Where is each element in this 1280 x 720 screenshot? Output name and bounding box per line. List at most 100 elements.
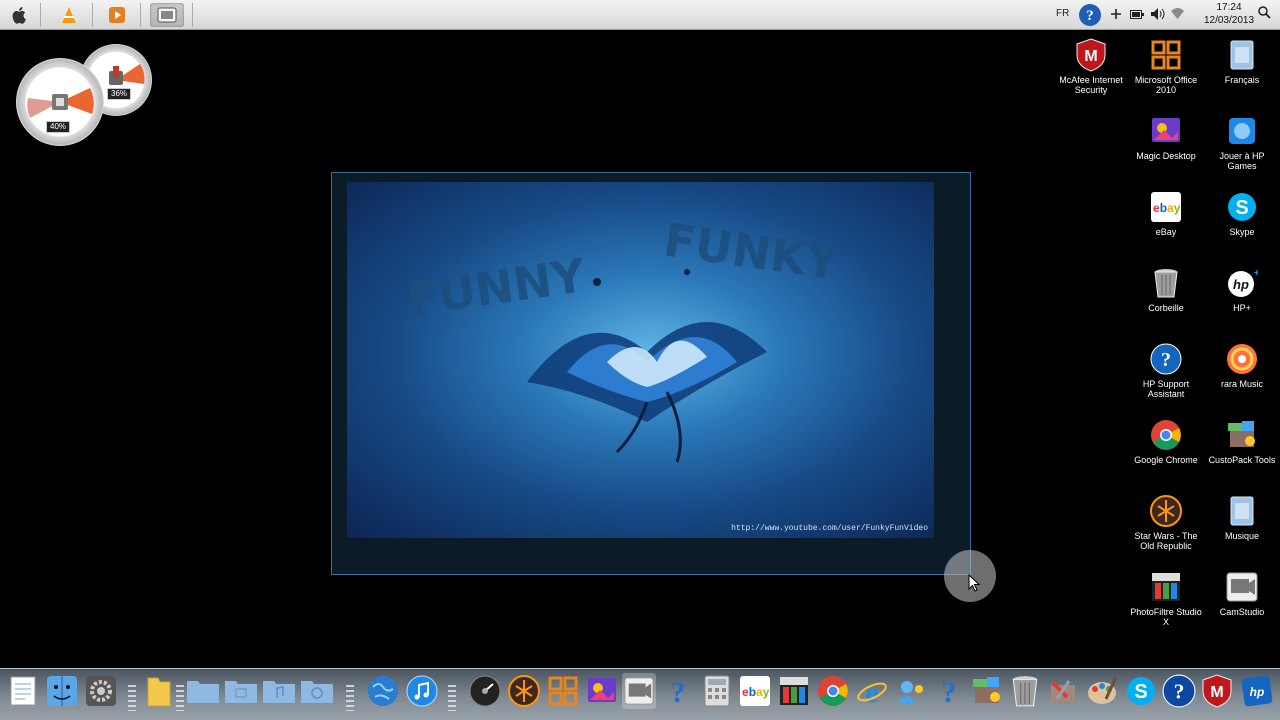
desktop-icon-hp-support[interactable]: ? HP Support Assistant: [1128, 342, 1204, 399]
desktop-icon-label: Corbeille: [1148, 303, 1184, 313]
volume-icon[interactable]: [1151, 8, 1165, 20]
svg-text:ebay: ebay: [742, 685, 770, 699]
battery-icon[interactable]: [1130, 10, 1144, 19]
apple-menu-icon[interactable]: [12, 6, 28, 24]
dock-item-documents[interactable]: [186, 673, 220, 709]
star-wars-icon: [508, 675, 540, 707]
cpu-gauge[interactable]: 40%: [16, 58, 104, 146]
help-icon[interactable]: ?: [1078, 3, 1102, 27]
dock-item-calculator[interactable]: [700, 673, 734, 709]
dock-item-help-2[interactable]: ?: [932, 673, 966, 709]
mcafee-icon: M: [1202, 674, 1232, 708]
dock-item-office[interactable]: [546, 673, 580, 709]
folder-music-icon: [263, 681, 295, 703]
clock-time[interactable]: 17:24: [1200, 2, 1258, 13]
dock-item-skype[interactable]: S: [1124, 673, 1158, 709]
desktop-icon-corbeille[interactable]: Corbeille: [1128, 266, 1204, 313]
dock-item-itunes[interactable]: [405, 673, 439, 709]
dock-item-hp-games[interactable]: [894, 673, 928, 709]
desktop-icon-star-wars[interactable]: Star Wars - The Old Republic: [1128, 494, 1204, 551]
desktop-icon-label: Magic Desktop: [1136, 151, 1196, 161]
folder-music-icon: [1225, 494, 1259, 528]
camstudio-task-button[interactable]: [150, 3, 184, 27]
dock-item-hp[interactable]: hp: [1240, 673, 1274, 709]
dock-separator: [128, 685, 136, 711]
desktop-icon-mcafee[interactable]: M McAfee Internet Security: [1053, 38, 1129, 95]
folder-docs-icon: [187, 681, 219, 703]
desktop-icon-office[interactable]: Microsoft Office 2010: [1128, 38, 1204, 95]
dock-item-textedit[interactable]: [6, 673, 40, 709]
desktop-icon-camstudio[interactable]: CamStudio: [1204, 570, 1280, 617]
svg-text:M: M: [1210, 684, 1223, 701]
desktop-icon-hp-plus[interactable]: hp + HP+: [1204, 266, 1280, 313]
desktop-icon-francais[interactable]: Français: [1204, 38, 1280, 85]
photofiltre-icon: [780, 677, 808, 705]
desktop-icon-custopack[interactable]: CustoPack Tools: [1204, 418, 1280, 465]
hp-games-icon: [1225, 114, 1259, 148]
language-indicator[interactable]: FR: [1056, 8, 1069, 19]
desktop-icon-photofiltre[interactable]: PhotoFiltre Studio X: [1128, 570, 1204, 627]
magic-desktop-icon: [1149, 114, 1183, 148]
desktop-icon-hp-games[interactable]: Jouer à HP Games: [1204, 114, 1280, 171]
dock-item-globe[interactable]: [366, 673, 400, 709]
mouse-cursor-icon: [968, 574, 980, 592]
dock-item-pictures[interactable]: [224, 673, 258, 709]
dock-item-paint[interactable]: [1085, 673, 1119, 709]
desktop-icon-musique[interactable]: Musique: [1204, 494, 1280, 541]
hp-games-icon: [899, 681, 923, 703]
svg-text:FUNKY: FUNKY: [661, 213, 844, 291]
dock-item-camstudio[interactable]: [622, 673, 656, 709]
dock-item-folder[interactable]: [142, 673, 176, 709]
dock-item-finder[interactable]: [45, 673, 79, 709]
window-preview[interactable]: FUNNY FUNKY http://www.youtube.com/user/…: [331, 172, 971, 575]
svg-text:+: +: [1254, 268, 1258, 279]
plus-icon[interactable]: [1110, 8, 1122, 20]
desktop-icon-chrome[interactable]: Google Chrome: [1128, 418, 1204, 465]
svg-text:hp: hp: [1250, 685, 1265, 699]
dock-item-photofiltre[interactable]: [777, 673, 811, 709]
photofiltre-icon: [1149, 570, 1183, 604]
hp-icon: hp: [1241, 675, 1273, 707]
cpu-percent: 40%: [46, 121, 71, 133]
hp-support-icon: ?: [1162, 674, 1196, 708]
desktop-icon-label: Star Wars - The Old Republic: [1134, 531, 1198, 551]
folder-doc-icon: [1225, 38, 1259, 72]
dock-item-dashboard[interactable]: [468, 673, 502, 709]
dock-item-help[interactable]: ?: [661, 673, 695, 709]
help-icon: ?: [671, 676, 686, 707]
dock-item-music[interactable]: [262, 673, 296, 709]
funky-artwork-icon: FUNNY FUNKY: [403, 213, 844, 463]
hp-plus-icon: hp +: [1225, 266, 1259, 300]
ie-icon: e: [857, 676, 887, 707]
dock-item-mcafee[interactable]: M: [1200, 673, 1234, 709]
dock-item-downloads[interactable]: [300, 673, 334, 709]
help-icon: ?: [942, 676, 957, 707]
dock-item-hp-support[interactable]: ?: [1162, 673, 1196, 709]
svg-text:e: e: [865, 676, 878, 707]
camstudio-icon: [157, 7, 177, 23]
desktop-icon-ebay[interactable]: ebay eBay: [1128, 190, 1204, 237]
dock-item-internet-explorer[interactable]: e: [855, 673, 889, 709]
svg-text:FUNNY: FUNNY: [403, 248, 589, 326]
desktop-icon-magic-desktop[interactable]: Magic Desktop: [1128, 114, 1204, 161]
svg-text:S: S: [1134, 681, 1147, 703]
search-icon[interactable]: [1258, 6, 1271, 19]
media-player-task-button[interactable]: [100, 3, 134, 27]
dock-item-custopack[interactable]: [970, 673, 1004, 709]
camstudio-icon: [624, 677, 654, 705]
dock-item-settings[interactable]: [84, 673, 118, 709]
svg-text:?: ?: [1086, 8, 1094, 24]
dock-item-magic-desktop[interactable]: [585, 673, 619, 709]
dock-item-ebay[interactable]: ebay: [738, 673, 772, 709]
desktop-icon-label: HP Support Assistant: [1142, 379, 1190, 399]
vlc-task-button[interactable]: [52, 3, 86, 27]
clock-date[interactable]: 12/03/2013: [1200, 15, 1258, 26]
desktop-icon-rara-music[interactable]: rara Music: [1204, 342, 1280, 389]
wifi-icon[interactable]: [1171, 8, 1184, 19]
desktop-icon-label: HP+: [1233, 303, 1251, 313]
dock-item-chrome[interactable]: [816, 673, 850, 709]
desktop-icon-skype[interactable]: S Skype: [1204, 190, 1280, 237]
dock-item-trash[interactable]: [1008, 673, 1042, 709]
dock-item-star-wars[interactable]: [507, 673, 541, 709]
dock-item-tools[interactable]: [1046, 673, 1080, 709]
